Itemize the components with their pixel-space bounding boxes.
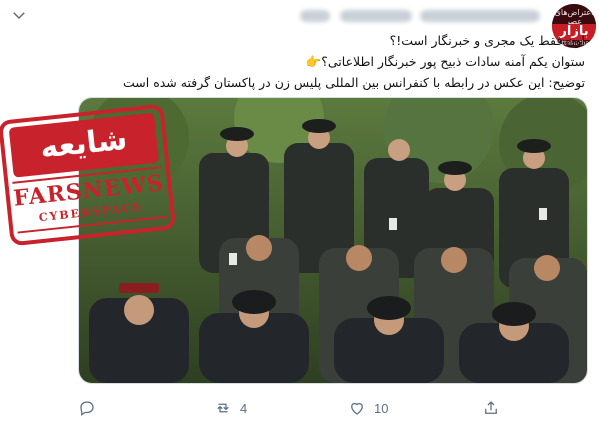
heart-icon — [351, 402, 363, 415]
reply-icon — [80, 401, 94, 417]
reply-button[interactable] — [78, 396, 104, 420]
tweet-line-1: اون فقط یک مجری و خبرنگار است!؟ — [389, 33, 585, 48]
retweet-icon — [217, 403, 229, 413]
like-button[interactable]: 10 — [348, 396, 388, 420]
share-button[interactable] — [482, 396, 508, 420]
tweet-line-3: توضیح: این عکس در رابطه با کنفرانس بین ا… — [123, 75, 585, 90]
chevron-down-icon[interactable] — [10, 6, 28, 24]
like-count: 10 — [374, 400, 389, 416]
share-icon — [485, 401, 497, 414]
retweet-count: 4 — [240, 400, 248, 416]
author-handle-blurred[interactable] — [340, 10, 412, 22]
pointing-hand-emoji: 👉 — [305, 54, 322, 69]
retweet-button[interactable]: 4 — [214, 396, 247, 420]
tweet-actions: 4 10 — [0, 396, 599, 420]
tweet-text: اون فقط یک مجری و خبرنگار است!؟ ستوان یک… — [115, 30, 585, 93]
rumor-stamp: شایعه FARSNEWS CYBERSPACE — [0, 101, 178, 248]
tweet-line-2: ستوان یکم آمنه سادات ذبیح پور خبرنگار اط… — [305, 54, 585, 69]
timestamp-blurred[interactable] — [300, 10, 330, 22]
tweet[interactable]: اعتراض‌های عصر بازار @Ettelaatbazar اون … — [0, 0, 599, 423]
author-name-blurred[interactable] — [420, 10, 540, 22]
